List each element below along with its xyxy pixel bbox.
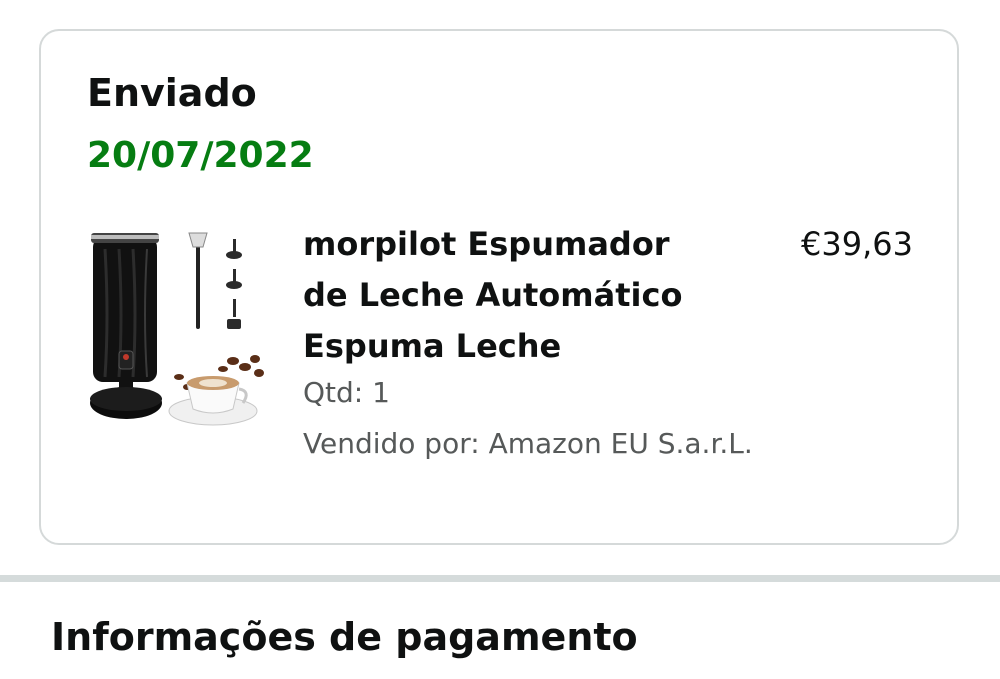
shipment-status: Enviado bbox=[87, 71, 257, 115]
product-title-link[interactable]: morpilot Espumador de Leche Automático E… bbox=[303, 219, 723, 372]
shipment-card: Enviado 20/07/2022 morpilot Espumador de… bbox=[39, 29, 959, 545]
item-quantity: Qtd: 1 bbox=[303, 376, 390, 409]
payment-info-heading: Informações de pagamento bbox=[51, 615, 638, 659]
item-seller: Vendido por: Amazon EU S.a.r.L. bbox=[303, 427, 753, 460]
shipment-date: 20/07/2022 bbox=[87, 135, 314, 176]
product-image[interactable] bbox=[83, 227, 265, 437]
section-divider bbox=[0, 575, 1000, 582]
item-price: €39,63 bbox=[801, 225, 913, 263]
